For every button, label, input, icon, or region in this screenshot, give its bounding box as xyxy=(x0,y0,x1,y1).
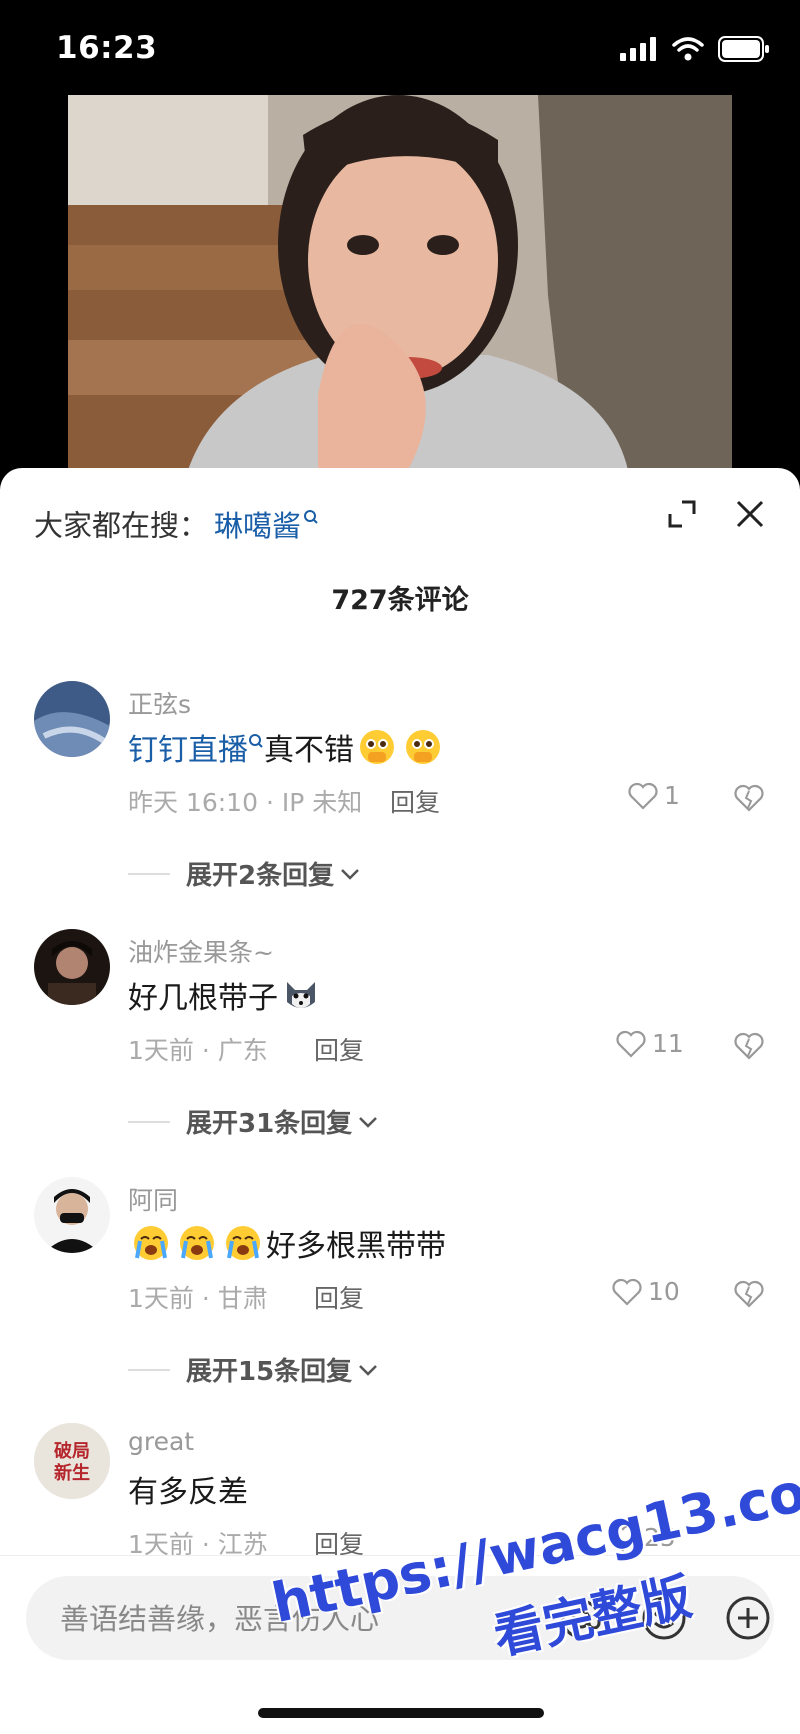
hot-search-bar[interactable]: 大家都在搜： 琳噶酱 xyxy=(34,498,319,545)
emoji-icon[interactable] xyxy=(640,1594,688,1642)
hot-search-prefix: 大家都在搜： xyxy=(34,508,209,543)
expand-icon[interactable] xyxy=(664,496,700,532)
comment-time-location: 1天前 · 广东 xyxy=(128,1036,268,1065)
comment-time-location: 昨天 16:10 · IP 未知 xyxy=(128,788,363,817)
expand-replies[interactable]: 展开2条回复 xyxy=(128,855,362,892)
heart-icon xyxy=(608,1524,638,1552)
status-icons xyxy=(620,36,770,62)
like-count: 10 xyxy=(648,1277,680,1306)
comment-text: 钉钉直播 真不错 xyxy=(128,725,446,769)
comment-input[interactable] xyxy=(58,1576,522,1662)
like-count: 1 xyxy=(664,781,680,810)
divider xyxy=(128,872,170,875)
like-count: 11 xyxy=(652,1029,684,1058)
comment-text: 有多反差 xyxy=(128,1467,248,1511)
home-indicator xyxy=(258,1708,544,1718)
pleading-emoji-icon xyxy=(360,730,394,764)
chevron-down-icon xyxy=(359,1364,378,1376)
crying-emoji-icon xyxy=(226,1226,260,1260)
crying-emoji-icon xyxy=(134,1226,168,1260)
broken-heart-icon[interactable] xyxy=(734,1031,764,1061)
comment-username[interactable]: 油炸金果条~ xyxy=(128,933,274,969)
divider xyxy=(128,1368,170,1371)
reply-button[interactable]: 回复 xyxy=(314,1279,364,1315)
expand-replies[interactable]: 展开15条回复 xyxy=(128,1351,380,1388)
reply-button[interactable]: 回复 xyxy=(314,1031,364,1067)
comment-username[interactable]: 阿同 xyxy=(128,1181,178,1217)
comment-item: 阿同 好多根黑带带 1天前 · 甘肃 回复 10 展开15条回复 xyxy=(0,1177,800,1417)
heart-icon xyxy=(628,782,658,810)
expand-replies-label: 展开15条回复 xyxy=(186,1357,353,1387)
avatar[interactable] xyxy=(34,929,110,1005)
avatar[interactable]: 破局 新生 xyxy=(34,1423,110,1499)
comment-sheet: 大家都在搜： 琳噶酱 727条评论 正弦s 钉钉直播 真不错 昨天 16:10 ·… xyxy=(0,468,800,1733)
comment-body: 好几根带子 xyxy=(128,981,278,1016)
like-button[interactable]: 11 xyxy=(616,1029,684,1058)
heart-icon xyxy=(616,1030,646,1058)
husky-emoji-icon xyxy=(287,982,315,1008)
like-button[interactable]: 1 xyxy=(628,781,680,810)
chevron-down-icon xyxy=(359,1116,378,1128)
battery-icon xyxy=(718,36,769,62)
comment-body: 好多根黑带带 xyxy=(266,1229,446,1264)
like-button[interactable]: 25 xyxy=(608,1523,676,1552)
mention-icon[interactable] xyxy=(558,1596,604,1642)
like-count: 25 xyxy=(644,1523,676,1552)
chevron-down-icon xyxy=(341,868,359,880)
comment-item: 油炸金果条~ 好几根带子 1天前 · 广东 回复 11 展开31条回复 xyxy=(0,929,800,1169)
status-time: 16:23 xyxy=(56,30,158,66)
video-frame-illustration xyxy=(68,95,732,470)
like-button[interactable]: 10 xyxy=(612,1277,680,1306)
search-icon xyxy=(248,722,264,757)
avatar[interactable] xyxy=(34,681,110,757)
wifi-icon xyxy=(672,37,704,61)
comment-body: 有多反差 xyxy=(128,1475,248,1510)
comment-text: 好几根带子 xyxy=(128,973,324,1017)
close-icon[interactable] xyxy=(732,496,768,532)
comment-username[interactable]: great xyxy=(128,1427,194,1456)
divider xyxy=(128,1120,170,1123)
avatar-badge-line1: 破局 xyxy=(54,1440,90,1462)
plus-icon[interactable] xyxy=(724,1594,772,1642)
comment-count: 727条评论 xyxy=(331,585,469,616)
expand-replies-label: 展开2条回复 xyxy=(186,861,335,891)
comment-item: 正弦s 钉钉直播 真不错 昨天 16:10 · IP 未知 回复 1 展开2条回… xyxy=(0,681,800,921)
comment-text: 好多根黑带带 xyxy=(128,1221,446,1265)
comment-input-bar xyxy=(0,1555,800,1734)
comment-username[interactable]: 正弦s xyxy=(128,685,191,721)
comment-body: 真不错 xyxy=(264,733,354,768)
status-bar: 16:23 xyxy=(0,0,800,95)
heart-icon xyxy=(612,1278,642,1306)
crying-emoji-icon xyxy=(180,1226,214,1260)
comment-link[interactable]: 钉钉直播 xyxy=(128,725,248,769)
broken-heart-icon[interactable] xyxy=(734,783,764,813)
avatar-badge-line2: 新生 xyxy=(54,1462,90,1484)
expand-replies-label: 展开31条回复 xyxy=(186,1109,353,1139)
broken-heart-icon[interactable] xyxy=(734,1279,764,1309)
cellular-signal-icon xyxy=(620,37,656,61)
pleading-emoji-icon xyxy=(406,730,440,764)
search-icon xyxy=(303,498,319,532)
video-frame[interactable] xyxy=(68,95,732,470)
expand-replies[interactable]: 展开31条回复 xyxy=(128,1103,380,1140)
reply-button[interactable]: 回复 xyxy=(390,783,440,819)
avatar[interactable] xyxy=(34,1177,110,1253)
comment-time-location: 1天前 · 甘肃 xyxy=(128,1284,268,1313)
comment-input-container[interactable] xyxy=(26,1576,774,1662)
hot-search-keyword[interactable]: 琳噶酱 xyxy=(214,509,301,543)
